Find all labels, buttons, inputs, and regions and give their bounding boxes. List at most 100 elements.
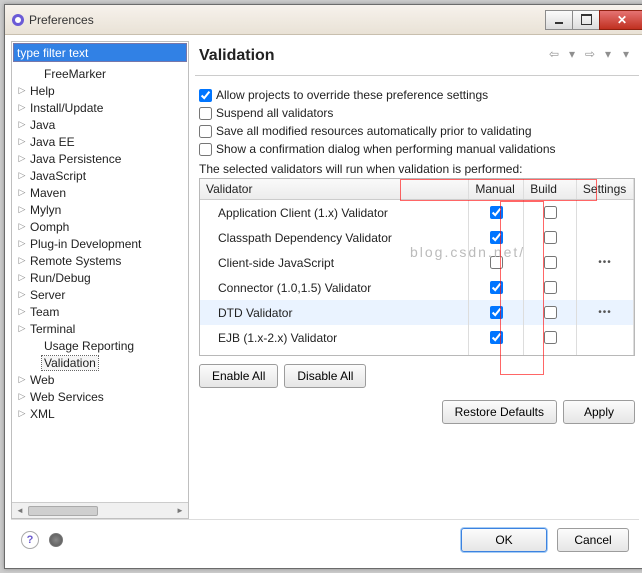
back-icon[interactable]: ⇦ (547, 47, 561, 61)
validator-row[interactable]: Application Client (1.x) Validator (200, 200, 634, 226)
validator-name: DTD Validator (200, 300, 469, 325)
expand-icon: ▷ (16, 272, 28, 283)
tree-item-freemarker[interactable]: FreeMarker (12, 65, 188, 82)
col-validator[interactable]: Validator (200, 179, 469, 200)
settings-cell[interactable]: ••• (576, 250, 633, 275)
expand-icon: ▷ (16, 374, 28, 385)
settings-cell[interactable] (576, 200, 633, 226)
validator-name: Connector (1.0,1.5) Validator (200, 275, 469, 300)
tree-item-label: Install/Update (28, 101, 105, 115)
tree-item-usage-reporting[interactable]: Usage Reporting (12, 337, 188, 354)
enable-all-button[interactable]: Enable All (199, 364, 278, 388)
tree-item-label: Team (28, 305, 61, 319)
tree-item-mylyn[interactable]: ▷Mylyn (12, 201, 188, 218)
apply-button[interactable]: Apply (563, 400, 635, 424)
help-icon[interactable]: ? (21, 531, 39, 549)
build-checkbox[interactable] (544, 331, 557, 344)
tree-item-terminal[interactable]: ▷Terminal (12, 320, 188, 337)
tree-item-web[interactable]: ▷Web (12, 371, 188, 388)
col-manual[interactable]: Manual (469, 179, 524, 200)
expand-icon: ▷ (16, 323, 28, 334)
col-settings[interactable]: Settings (576, 179, 633, 200)
validator-row[interactable]: Classpath Dependency Validator (200, 225, 634, 250)
record-icon[interactable] (49, 533, 63, 547)
build-checkbox[interactable] (544, 281, 557, 294)
option-override[interactable]: Allow projects to override these prefere… (199, 86, 635, 104)
tree-item-validation[interactable]: Validation (12, 354, 188, 371)
tree-item-label: Validation (42, 356, 98, 370)
option-save[interactable]: Save all modified resources automaticall… (199, 122, 635, 140)
option-confirm[interactable]: Show a confirmation dialog when performi… (199, 140, 635, 158)
tree-item-install-update[interactable]: ▷Install/Update (12, 99, 188, 116)
tree-item-java[interactable]: ▷Java (12, 116, 188, 133)
ok-button[interactable]: OK (461, 528, 547, 552)
col-build[interactable]: Build (524, 179, 577, 200)
validator-name: Classpath Dependency Validator (200, 225, 469, 250)
menu-icon[interactable]: ▾ (619, 47, 633, 61)
manual-checkbox[interactable] (490, 231, 503, 244)
tree-item-team[interactable]: ▷Team (12, 303, 188, 320)
validator-row[interactable]: Connector (1.0,1.5) Validator (200, 275, 634, 300)
main-panel: Validation ⇦ ▾ ⇨ ▾ ▾ Allow projects to o… (195, 41, 639, 519)
tree-item-run-debug[interactable]: ▷Run/Debug (12, 269, 188, 286)
tree-item-help[interactable]: ▷Help (12, 82, 188, 99)
tree-item-oomph[interactable]: ▷Oomph (12, 218, 188, 235)
tree-item-java-persistence[interactable]: ▷Java Persistence (12, 150, 188, 167)
validators-table[interactable]: Validator Manual Build Settings Applicat… (200, 179, 634, 355)
manual-checkbox[interactable] (490, 206, 503, 219)
tree-item-web-services[interactable]: ▷Web Services (12, 388, 188, 405)
tree-item-label: Web Services (28, 390, 106, 404)
tree-item-java-ee[interactable]: ▷Java EE (12, 133, 188, 150)
titlebar[interactable]: Preferences (5, 5, 642, 35)
validators-table-wrap: blog.csdn.net/ Validator Manual Build Se… (199, 178, 635, 356)
tree-item-label: Mylyn (28, 203, 63, 217)
app-icon (11, 13, 25, 27)
manual-checkbox[interactable] (490, 256, 503, 269)
restore-defaults-button[interactable]: Restore Defaults (442, 400, 557, 424)
tree-item-label: XML (28, 407, 57, 421)
forward-menu-icon[interactable]: ▾ (601, 47, 615, 61)
horizontal-scrollbar[interactable] (12, 502, 188, 518)
tree-item-remote-systems[interactable]: ▷Remote Systems (12, 252, 188, 269)
tree-item-xml[interactable]: ▷XML (12, 405, 188, 422)
validator-row[interactable]: DTD Validator ••• (200, 300, 634, 325)
validator-row[interactable]: Client-side JavaScript••• (200, 250, 634, 275)
tree-item-plug-in-development[interactable]: ▷Plug-in Development (12, 235, 188, 252)
disable-all-button[interactable]: Disable All (284, 364, 366, 388)
build-checkbox[interactable] (544, 206, 557, 219)
manual-checkbox[interactable] (490, 281, 503, 294)
tree-item-maven[interactable]: ▷Maven (12, 184, 188, 201)
validator-row[interactable]: EJB 3.x Validator••• (200, 350, 634, 355)
expand-icon: ▷ (16, 85, 28, 96)
settings-cell[interactable]: ••• (576, 300, 633, 325)
page-title: Validation (199, 47, 545, 65)
option-suspend[interactable]: Suspend all validators (199, 104, 635, 122)
settings-cell[interactable] (576, 325, 633, 350)
expand-icon: ▷ (16, 170, 28, 181)
options-group: Allow projects to override these prefere… (195, 76, 639, 162)
validators-note: The selected validators will run when va… (195, 162, 639, 178)
settings-cell[interactable]: ••• (576, 350, 633, 355)
minimize-button[interactable] (545, 10, 573, 30)
filter-input[interactable] (13, 43, 187, 62)
validator-row[interactable]: EJB (1.x-2.x) Validator (200, 325, 634, 350)
back-menu-icon[interactable]: ▾ (565, 47, 579, 61)
preferences-tree[interactable]: FreeMarker▷Help▷Install/Update▷Java▷Java… (12, 63, 188, 502)
tree-item-server[interactable]: ▷Server (12, 286, 188, 303)
settings-cell[interactable] (576, 275, 633, 300)
tree-item-javascript[interactable]: ▷JavaScript (12, 167, 188, 184)
expand-icon: ▷ (16, 221, 28, 232)
maximize-button[interactable] (572, 10, 600, 30)
manual-checkbox[interactable] (490, 306, 503, 319)
forward-icon[interactable]: ⇨ (583, 47, 597, 61)
manual-checkbox[interactable] (490, 331, 503, 344)
tree-item-label: Usage Reporting (42, 339, 136, 353)
cancel-button[interactable]: Cancel (557, 528, 629, 552)
build-checkbox[interactable] (544, 231, 557, 244)
close-button[interactable] (599, 10, 642, 30)
build-checkbox[interactable] (544, 306, 557, 319)
settings-cell[interactable] (576, 225, 633, 250)
preferences-window: Preferences FreeMarker▷Help▷Install/Upda… (4, 4, 642, 569)
build-checkbox[interactable] (544, 256, 557, 269)
tree-item-label: Server (28, 288, 67, 302)
